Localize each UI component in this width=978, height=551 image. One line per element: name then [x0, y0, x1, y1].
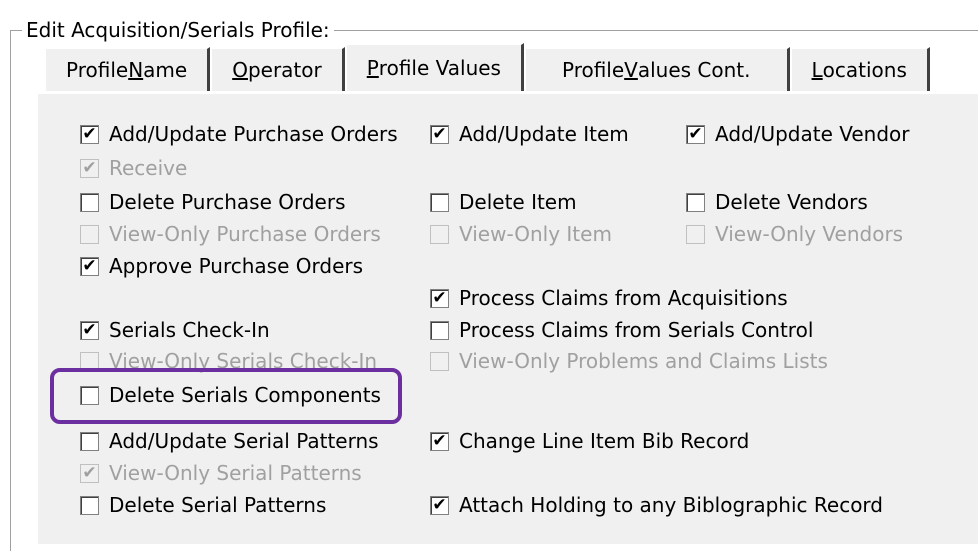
tab-label-part: alues Cont.: [637, 58, 751, 82]
checkbox-box[interactable]: ✔: [80, 462, 99, 483]
tab-label-part: ocations: [822, 58, 907, 82]
checkbox-box[interactable]: [80, 495, 99, 515]
tab-label-part: perator: [247, 58, 322, 82]
checkbox-view-only-serial-patterns[interactable]: ✔ View-Only Serial Patterns: [80, 461, 362, 485]
checkbox-label: Delete Purchase Orders: [109, 190, 346, 214]
tab-label-part: ame: [143, 58, 188, 82]
checkmark-icon: ✔: [432, 123, 447, 144]
tab-label-part: rofile Values: [378, 56, 501, 80]
checkbox-label: View-Only Purchase Orders: [109, 222, 381, 246]
checkbox-label: View-Only Vendors: [715, 222, 904, 246]
checkbox-add-update-serial-patterns[interactable]: Add/Update Serial Patterns: [80, 429, 379, 453]
checkbox-change-line-item-bib-record[interactable]: ✔ Change Line Item Bib Record: [430, 429, 749, 453]
tab-label-mnemonic: P: [366, 56, 379, 80]
tab-label-mnemonic: O: [232, 58, 248, 82]
checkbox-label: Serials Check-In: [109, 318, 270, 342]
checkbox-delete-item[interactable]: Delete Item: [430, 190, 577, 214]
checkbox-box[interactable]: ✔: [80, 157, 99, 178]
checkmark-icon: ✔: [432, 430, 447, 451]
checkbox-view-only-vendors[interactable]: View-Only Vendors: [686, 222, 903, 246]
checkbox-box[interactable]: [430, 351, 449, 371]
checkbox-box[interactable]: ✔: [80, 123, 99, 144]
checkbox-label: Add/Update Purchase Orders: [109, 122, 398, 146]
checkmark-icon: ✔: [82, 157, 97, 178]
checkbox-box[interactable]: ✔: [80, 319, 99, 340]
checkbox-label: View-Only Serial Patterns: [109, 461, 362, 485]
tab-profile-values-cont[interactable]: Profile Values Cont.: [523, 47, 790, 91]
tab-label-mnemonic: N: [128, 58, 144, 82]
checkbox-box[interactable]: [80, 192, 99, 212]
checkmark-icon: ✔: [82, 255, 97, 276]
checkbox-view-only-item[interactable]: View-Only Item: [430, 222, 612, 246]
tab-label-part: Profile: [66, 58, 129, 82]
checkbox-process-claims-acquisitions[interactable]: ✔ Process Claims from Acquisitions: [430, 286, 788, 310]
checkbox-box[interactable]: ✔: [430, 430, 449, 451]
checkbox-box[interactable]: [686, 192, 705, 212]
checkmark-icon: ✔: [82, 319, 97, 340]
checkbox-label: Delete Vendors: [715, 190, 868, 214]
checkbox-add-update-item[interactable]: ✔ Add/Update Item: [430, 122, 629, 146]
checkbox-label: Process Claims from Serials Control: [459, 318, 814, 342]
highlight-annotation: [50, 368, 402, 424]
checkbox-box[interactable]: [430, 192, 449, 212]
checkmark-icon: ✔: [82, 462, 97, 483]
checkbox-add-update-vendor[interactable]: ✔ Add/Update Vendor: [686, 122, 910, 146]
checkbox-label: Change Line Item Bib Record: [459, 429, 750, 453]
checkbox-box[interactable]: ✔: [430, 494, 449, 515]
checkbox-view-only-problems-claims[interactable]: View-Only Problems and Claims Lists: [430, 349, 828, 373]
checkbox-serials-check-in[interactable]: ✔ Serials Check-In: [80, 318, 270, 342]
checkbox-label: Receive: [109, 156, 188, 180]
checkbox-receive[interactable]: ✔ Receive: [80, 156, 187, 180]
checkbox-box[interactable]: ✔: [430, 123, 449, 144]
checkbox-label: Attach Holding to any Biblographic Recor…: [459, 493, 883, 517]
checkbox-box[interactable]: [430, 320, 449, 340]
checkbox-delete-serial-patterns[interactable]: Delete Serial Patterns: [80, 493, 326, 517]
tab-label-mnemonic: L: [811, 58, 823, 82]
checkbox-box[interactable]: ✔: [686, 123, 705, 144]
checkbox-label: Add/Update Vendor: [715, 122, 910, 146]
checkbox-box[interactable]: [686, 224, 705, 244]
checkbox-label: Add/Update Serial Patterns: [109, 429, 379, 453]
checkbox-label: View-Only Item: [459, 222, 612, 246]
checkbox-add-update-purchase-orders[interactable]: ✔ Add/Update Purchase Orders: [80, 122, 398, 146]
checkbox-label: Add/Update Item: [459, 122, 629, 146]
tab-profile-name[interactable]: Profile Name: [44, 47, 211, 91]
checkbox-process-claims-serials-control[interactable]: Process Claims from Serials Control: [430, 318, 813, 342]
tab-label-mnemonic: V: [624, 58, 638, 82]
checkbox-delete-purchase-orders[interactable]: Delete Purchase Orders: [80, 190, 346, 214]
checkbox-box[interactable]: ✔: [430, 287, 449, 308]
checkmark-icon: ✔: [82, 123, 97, 144]
checkbox-delete-vendors[interactable]: Delete Vendors: [686, 190, 868, 214]
tab-strip: Profile Name Operator Profile Values Pro…: [44, 43, 930, 93]
checkbox-box[interactable]: [80, 224, 99, 244]
checkbox-attach-holding-bib-record[interactable]: ✔ Attach Holding to any Biblographic Reco…: [430, 493, 883, 517]
tab-locations[interactable]: Locations: [789, 47, 930, 91]
checkbox-label: Process Claims from Acquisitions: [459, 286, 788, 310]
tab-label-part: Profile: [561, 58, 625, 82]
group-title: Edit Acquisition/Serials Profile:: [22, 18, 334, 42]
checkbox-view-only-purchase-orders[interactable]: View-Only Purchase Orders: [80, 222, 381, 246]
checkbox-label: Delete Serial Patterns: [109, 493, 327, 517]
checkbox-label: Approve Purchase Orders: [109, 254, 364, 278]
tab-profile-values[interactable]: Profile Values: [344, 43, 524, 91]
checkbox-box[interactable]: [430, 224, 449, 244]
checkbox-label: Delete Item: [459, 190, 577, 214]
checkbox-box[interactable]: ✔: [80, 255, 99, 276]
checkmark-icon: ✔: [432, 287, 447, 308]
checkmark-icon: ✔: [688, 123, 703, 144]
checkbox-label: View-Only Problems and Claims Lists: [459, 349, 828, 373]
tab-operator[interactable]: Operator: [210, 47, 345, 91]
checkmark-icon: ✔: [432, 494, 447, 515]
checkbox-approve-purchase-orders[interactable]: ✔ Approve Purchase Orders: [80, 254, 363, 278]
checkbox-box[interactable]: [80, 431, 99, 451]
